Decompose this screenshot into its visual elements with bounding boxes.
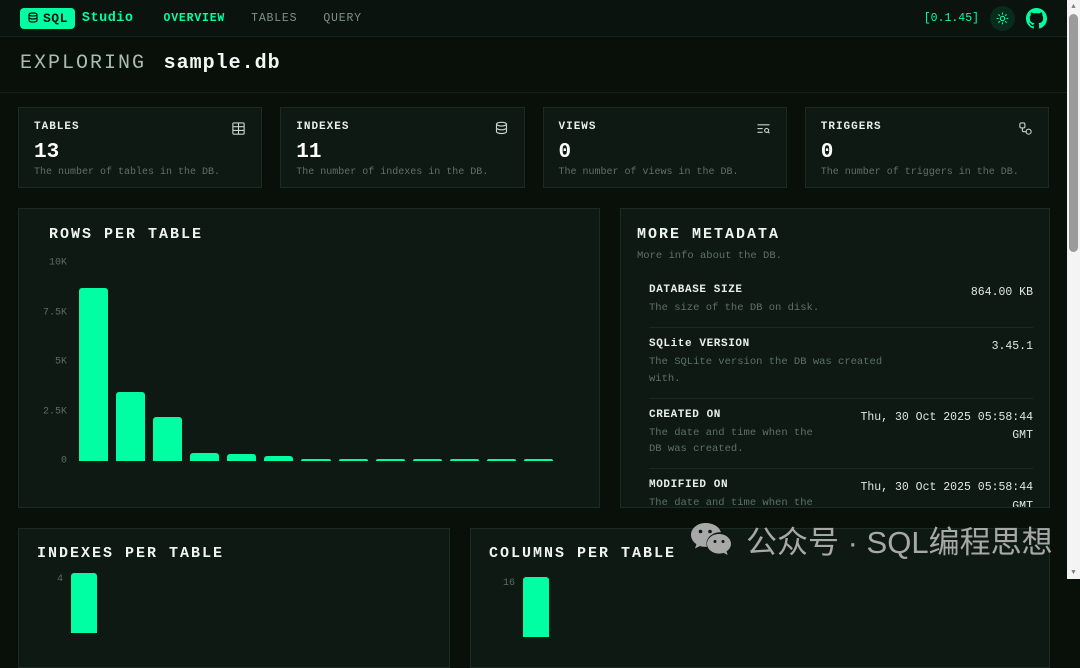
- logo-text: Studio: [82, 11, 134, 26]
- metadata-row-description: The date and time when the DB was create…: [649, 425, 827, 458]
- chart-bar: [523, 577, 549, 637]
- scrollbar-thumb[interactable]: [1069, 14, 1078, 252]
- vertical-scrollbar[interactable]: ▲ ▼: [1067, 0, 1080, 579]
- nav-links: OVERVIEW TABLES QUERY: [164, 12, 362, 25]
- list-search-icon: [756, 121, 771, 136]
- chart-bar: [190, 453, 219, 461]
- stat-card-triggers: TRIGGERS 0 The number of triggers in the…: [805, 107, 1049, 188]
- rows-per-table-panel: ROWS PER TABLE 10K 7.5K 5K 2.5K 0: [18, 208, 600, 508]
- stat-card-indexes: INDEXES 11 The number of indexes in the …: [280, 107, 524, 188]
- y-tick: 0: [61, 456, 67, 467]
- stat-card-value: 11: [296, 141, 508, 164]
- chart-bar: [301, 459, 330, 461]
- logo-badge-label: SQL: [43, 11, 68, 26]
- chart-bar: [153, 417, 182, 461]
- metadata-row-modified-on: MODIFIED ON The date and time when the D…: [649, 468, 1033, 508]
- rows-chart: 10K 7.5K 5K 2.5K 0: [35, 263, 553, 461]
- stat-card-tables: TABLES 13 The number of tables in the DB…: [18, 107, 262, 188]
- page-title-db-name: sample.db: [164, 52, 281, 75]
- version-label: [0.1.45]: [924, 12, 979, 25]
- github-icon: [1026, 8, 1047, 29]
- metadata-subtitle: More info about the DB.: [621, 243, 1049, 262]
- page-title-eyebrow: EXPLORING: [20, 52, 146, 75]
- chart-bar: [71, 573, 97, 633]
- chart-bar: [264, 456, 293, 461]
- metadata-row-description: The size of the DB on disk.: [649, 300, 819, 316]
- stat-card-description: The number of triggers in the DB.: [821, 167, 1033, 178]
- stat-card-description: The number of tables in the DB.: [34, 167, 246, 178]
- indexes-chart: 4: [19, 573, 449, 633]
- navbar: SQL Studio OVERVIEW TABLES QUERY [0.1.45…: [0, 0, 1067, 37]
- chart-bar: [339, 459, 368, 461]
- metadata-row-label: SQLite VERSION: [649, 338, 894, 350]
- stat-card-label: TRIGGERS: [821, 121, 882, 133]
- chart-bar: [116, 392, 145, 461]
- y-tick: 7.5K: [43, 307, 67, 318]
- rows-chart-bars: [75, 263, 553, 461]
- rows-chart-y-axis: 10K 7.5K 5K 2.5K 0: [35, 263, 75, 461]
- stat-cards-row: TABLES 13 The number of tables in the DB…: [18, 107, 1049, 188]
- y-tick: 10K: [49, 258, 67, 269]
- stat-card-label: TABLES: [34, 121, 80, 133]
- chart-bar: [227, 454, 256, 461]
- rows-chart-title: ROWS PER TABLE: [19, 209, 599, 243]
- metadata-row-value: 3.45.1: [992, 338, 1033, 356]
- watermark-text: 公众号 · SQL编程思想: [746, 517, 1053, 562]
- stat-card-description: The number of views in the DB.: [559, 167, 771, 178]
- watermark: 公众号 · SQL编程思想: [688, 517, 1053, 562]
- stat-card-value: 0: [821, 141, 1033, 164]
- chart-bar: [413, 459, 442, 461]
- metadata-rows: DATABASE SIZE The size of the DB on disk…: [649, 274, 1033, 508]
- navbar-right: [0.1.45]: [924, 6, 1047, 31]
- metadata-row-label: CREATED ON: [649, 409, 827, 421]
- indexes-per-table-panel: INDEXES PER TABLE 4: [18, 528, 450, 668]
- y-tick: 5K: [55, 357, 67, 368]
- metadata-row-created-on: CREATED ON The date and time when the DB…: [649, 398, 1033, 469]
- stat-card-description: The number of indexes in the DB.: [296, 167, 508, 178]
- app-logo[interactable]: SQL Studio: [20, 8, 134, 29]
- metadata-row-label: MODIFIED ON: [649, 479, 827, 491]
- metadata-row-value: Thu, 30 Oct 2025 05:58:44 GMT: [837, 479, 1033, 508]
- scrollbar-down-arrow[interactable]: ▼: [1067, 566, 1080, 579]
- database-icon: [27, 12, 39, 24]
- metadata-row-description: The SQLite version the DB was created wi…: [649, 354, 894, 387]
- stat-card-value: 13: [34, 141, 246, 164]
- metadata-row-database-size: DATABASE SIZE The size of the DB on disk…: [649, 274, 1033, 327]
- table-icon: [231, 121, 246, 136]
- workflow-icon: [1018, 121, 1033, 136]
- wechat-icon: [688, 520, 734, 560]
- chart-bar: [79, 288, 108, 461]
- metadata-title: MORE METADATA: [621, 209, 1049, 243]
- nav-link-query[interactable]: QUERY: [323, 12, 362, 25]
- metadata-row-label: DATABASE SIZE: [649, 284, 819, 296]
- logo-badge: SQL: [20, 8, 75, 29]
- stat-card-value: 0: [559, 141, 771, 164]
- main-content: TABLES 13 The number of tables in the DB…: [0, 93, 1067, 668]
- chart-bar: [524, 459, 553, 461]
- chart-bar: [450, 459, 479, 461]
- theme-toggle-button[interactable]: [990, 6, 1015, 31]
- metadata-row-value: 864.00 KB: [971, 284, 1033, 302]
- sun-icon: [996, 12, 1009, 25]
- columns-chart: 16: [471, 577, 1049, 637]
- nav-link-tables[interactable]: TABLES: [251, 12, 297, 25]
- stat-card-label: INDEXES: [296, 121, 349, 133]
- stat-card-label: VIEWS: [559, 121, 597, 133]
- nav-link-overview[interactable]: OVERVIEW: [164, 12, 226, 25]
- github-link[interactable]: [1026, 8, 1047, 29]
- indexes-chart-title: INDEXES PER TABLE: [19, 529, 449, 562]
- y-tick: 2.5K: [43, 406, 67, 417]
- app-window: SQL Studio OVERVIEW TABLES QUERY [0.1.45…: [0, 0, 1067, 579]
- chart-bar: [487, 459, 516, 461]
- metadata-row-value: Thu, 30 Oct 2025 05:58:44 GMT: [837, 409, 1033, 446]
- database-icon: [494, 121, 509, 136]
- metadata-row-sqlite-version: SQLite VERSION The SQLite version the DB…: [649, 327, 1033, 398]
- metadata-row-description: The date and time when the DB was create…: [649, 495, 827, 508]
- more-metadata-panel: MORE METADATA More info about the DB. DA…: [620, 208, 1050, 508]
- page-header: EXPLORING sample.db: [0, 37, 1067, 93]
- y-tick: 4: [19, 573, 63, 585]
- chart-bar: [376, 459, 405, 461]
- scrollbar-up-arrow[interactable]: ▲: [1067, 0, 1080, 13]
- stat-card-views: VIEWS 0 The number of views in the DB.: [543, 107, 787, 188]
